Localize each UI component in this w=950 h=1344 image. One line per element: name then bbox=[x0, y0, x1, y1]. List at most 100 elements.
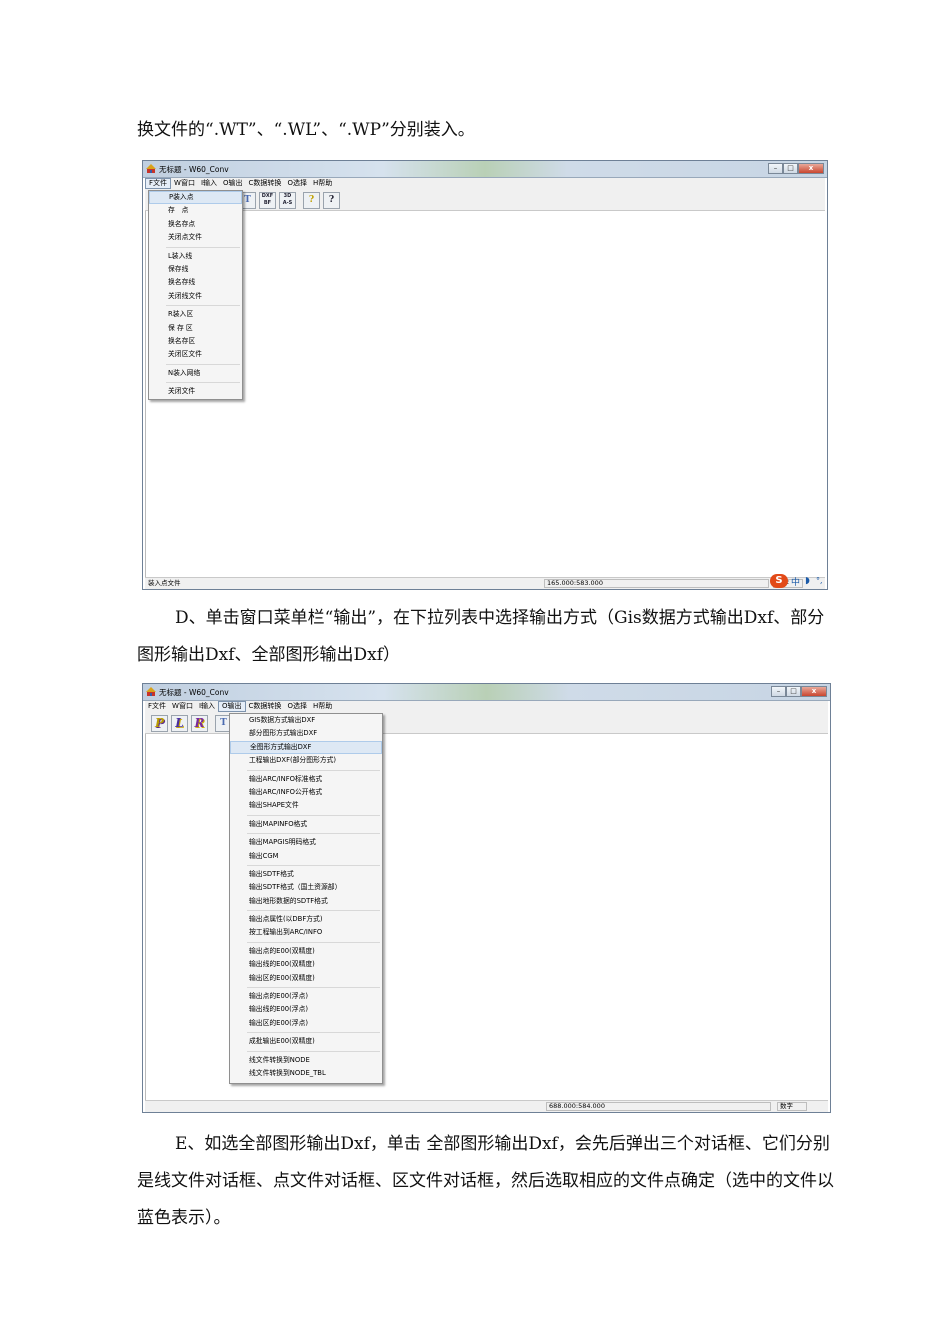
menu-item-save-point[interactable]: 存 点 bbox=[149, 204, 242, 217]
menu-item-load-line[interactable]: L装入线 bbox=[149, 250, 242, 263]
status-bar: 装入点文件 165.000:583.000 数字 bbox=[145, 577, 825, 589]
menu-select[interactable]: O选择 bbox=[284, 178, 310, 189]
status-numlock: 数字 bbox=[777, 1102, 807, 1111]
menu-item-save-point-as[interactable]: 换名存点 bbox=[149, 218, 242, 231]
line-tool-icon[interactable]: L bbox=[171, 715, 188, 732]
menu-convert[interactable]: C数据转换 bbox=[246, 178, 285, 189]
menu-bar: F文件 W窗口 I输入 O输出 C数据转换 O选择 H帮助 bbox=[145, 701, 828, 712]
menu-separator bbox=[166, 382, 240, 384]
menu-output[interactable]: O输出 bbox=[220, 178, 246, 189]
sogou-logo-icon: S bbox=[770, 574, 788, 588]
menu-separator bbox=[247, 833, 380, 835]
window-title: 无标题 - W60_Conv bbox=[159, 165, 229, 174]
menu-help[interactable]: H帮助 bbox=[310, 701, 335, 712]
ime-mode[interactable]: 中 bbox=[791, 575, 800, 588]
ime-toolbar[interactable]: S 中 ◗ °, bbox=[770, 573, 828, 589]
app-icon bbox=[146, 164, 156, 173]
menu-separator bbox=[247, 1032, 380, 1034]
menu-item-line-e00-float[interactable]: 输出线的E00(浮点) bbox=[230, 1003, 382, 1016]
menu-help[interactable]: H帮助 bbox=[310, 178, 335, 189]
menu-item-load-point[interactable]: P装入点 bbox=[149, 191, 242, 205]
screenshot-file-menu: 无标题 - W60_Conv – □ x F文件 W窗口 I输入 O输出 C数据… bbox=[142, 160, 828, 590]
context-help-icon[interactable]: ? bbox=[323, 192, 340, 209]
menu-separator bbox=[247, 987, 380, 989]
menu-item-line-to-node-tbl[interactable]: 线文件转换到NODE_TBL bbox=[230, 1067, 382, 1080]
menu-item-save-line-as[interactable]: 换名存线 bbox=[149, 276, 242, 289]
minimize-button[interactable]: – bbox=[771, 686, 786, 697]
paragraph-step-d: D、单击窗口菜单栏“输出”，在下拉列表中选择输出方式（Gis数据方式输出Dxf、… bbox=[137, 608, 825, 665]
menu-select[interactable]: O选择 bbox=[284, 701, 310, 712]
menu-item-region-e00-float[interactable]: 输出区的E00(浮点) bbox=[230, 1017, 382, 1030]
maximize-button[interactable]: □ bbox=[783, 163, 798, 174]
menu-file[interactable]: F文件 bbox=[145, 701, 169, 712]
half-width-icon[interactable]: ◗ bbox=[805, 576, 810, 586]
menu-convert[interactable]: C数据转换 bbox=[246, 701, 285, 712]
menu-window[interactable]: W窗口 bbox=[171, 178, 198, 189]
menu-item-cgm[interactable]: 输出CGM bbox=[230, 850, 382, 863]
menu-window[interactable]: W窗口 bbox=[169, 701, 196, 712]
menu-separator bbox=[247, 941, 380, 943]
menu-item-project-arcinfo[interactable]: 按工程输出到ARC/INFO bbox=[230, 926, 382, 939]
region-tool-icon[interactable]: R bbox=[191, 715, 208, 732]
menu-separator bbox=[166, 305, 240, 307]
menu-item-gis-dxf[interactable]: GIS数据方式输出DXF bbox=[230, 714, 382, 727]
menu-item-load-network[interactable]: N装入网络 bbox=[149, 367, 242, 380]
menu-item-arcinfo-standard[interactable]: 输出ARC/INFO标准格式 bbox=[230, 773, 382, 786]
menu-bar: F文件 W窗口 I输入 O输出 C数据转换 O选择 H帮助 bbox=[145, 178, 825, 189]
menu-item-partial-dxf[interactable]: 部分图形方式输出DXF bbox=[230, 727, 382, 740]
app-icon bbox=[146, 687, 156, 696]
maximize-button[interactable]: □ bbox=[786, 686, 801, 697]
title-bar: 无标题 - W60_Conv – □ x bbox=[143, 161, 827, 178]
menu-item-sdtf-terrain[interactable]: 输出地形数据的SDTF格式 bbox=[230, 895, 382, 908]
menu-item-full-dxf[interactable]: 全图形方式输出DXF bbox=[230, 740, 382, 755]
menu-item-mapinfo[interactable]: 输出MAPINFO格式 bbox=[230, 818, 382, 831]
menu-output[interactable]: O输出 bbox=[218, 701, 246, 712]
punctuation-icon[interactable]: °, bbox=[816, 576, 823, 585]
menu-item-close-point-file[interactable]: 关闭点文件 bbox=[149, 231, 242, 244]
menu-item-close-line-file[interactable]: 关闭线文件 bbox=[149, 290, 242, 303]
menu-item-save-region[interactable]: 保 存 区 bbox=[149, 322, 242, 335]
close-button[interactable]: x bbox=[801, 686, 827, 697]
close-button[interactable]: x bbox=[798, 163, 824, 174]
menu-item-point-attr-dbf[interactable]: 输出点属性(以DBF方式) bbox=[230, 913, 382, 926]
menu-separator bbox=[247, 864, 380, 866]
status-coordinates: 165.000:583.000 bbox=[544, 579, 769, 588]
file-dropdown: P装入点 存 点 换名存点 关闭点文件 L装入线 保存线 换名存线 关闭线文件 … bbox=[148, 190, 243, 400]
menu-item-close-region-file[interactable]: 关闭区文件 bbox=[149, 348, 242, 361]
menu-item-line-to-node[interactable]: 线文件转换到NODE bbox=[230, 1054, 382, 1067]
menu-separator bbox=[247, 814, 380, 816]
dxf-tool-icon[interactable]: DXF BF bbox=[259, 192, 276, 209]
menu-item-sdtf-mlr[interactable]: 输出SDTF格式（国土资源部） bbox=[230, 881, 382, 894]
menu-separator bbox=[247, 1050, 380, 1052]
menu-separator bbox=[247, 910, 380, 912]
client-area[interactable] bbox=[145, 211, 825, 577]
menu-item-shape[interactable]: 输出SHAPE文件 bbox=[230, 799, 382, 812]
menu-item-sdtf[interactable]: 输出SDTF格式 bbox=[230, 868, 382, 881]
status-text: 装入点文件 bbox=[148, 579, 181, 587]
menu-item-point-e00-double[interactable]: 输出点的E00(双精度) bbox=[230, 945, 382, 958]
output-dropdown: GIS数据方式输出DXF 部分图形方式输出DXF 全图形方式输出DXF 工程输出… bbox=[229, 713, 383, 1084]
menu-item-point-e00-float[interactable]: 输出点的E00(浮点) bbox=[230, 990, 382, 1003]
menu-item-project-dxf[interactable]: 工程输出DXF(部分图形方式) bbox=[230, 754, 382, 767]
menu-item-save-region-as[interactable]: 换名存区 bbox=[149, 335, 242, 348]
menu-file[interactable]: F文件 bbox=[145, 178, 172, 189]
menu-separator bbox=[166, 246, 240, 248]
status-coordinates: 688.000:584.000 bbox=[546, 1102, 771, 1111]
menu-item-load-region[interactable]: R装入区 bbox=[149, 308, 242, 321]
menu-item-region-e00-double[interactable]: 输出区的E00(双精度) bbox=[230, 972, 382, 985]
menu-item-line-e00-double[interactable]: 输出线的E00(双精度) bbox=[230, 958, 382, 971]
menu-separator bbox=[247, 769, 380, 771]
menu-item-arcinfo-public[interactable]: 输出ARC/INFO公开格式 bbox=[230, 786, 382, 799]
menu-input[interactable]: I输入 bbox=[196, 701, 218, 712]
menu-separator bbox=[166, 363, 240, 365]
menu-input[interactable]: I输入 bbox=[198, 178, 220, 189]
help-icon[interactable]: ? bbox=[303, 192, 320, 209]
point-tool-icon[interactable]: P bbox=[151, 715, 168, 732]
menu-item-batch-e00[interactable]: 成批输出E00(双精度) bbox=[230, 1035, 382, 1048]
menu-item-close-file[interactable]: 关闭文件 bbox=[149, 385, 242, 398]
menu-item-save-line[interactable]: 保存线 bbox=[149, 263, 242, 276]
menu-item-mapgis-plain[interactable]: 输出MAPGIS明码格式 bbox=[230, 836, 382, 849]
minimize-button[interactable]: – bbox=[768, 163, 783, 174]
3d-tool-icon[interactable]: 3D A-S bbox=[279, 192, 296, 209]
paragraph-intro: 换文件的“.WT”、“.WL”、“.WP”分别装入。 bbox=[137, 120, 475, 140]
